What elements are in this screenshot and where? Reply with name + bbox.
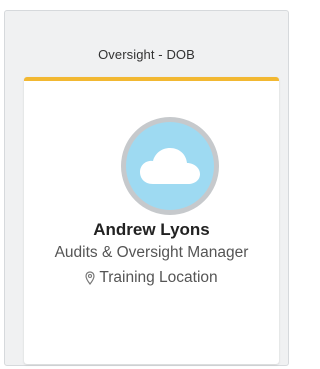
avatar-background [126,122,214,210]
avatar[interactable] [121,117,219,215]
org-panel: Oversight - DOB Andrew Lyons Audits & Ov… [4,10,289,366]
worker-role: Audits & Oversight Manager [54,244,249,261]
location-label: Training Location [99,269,218,286]
cloud-icon [140,148,200,184]
location-pin-icon [85,271,95,285]
panel-title: Oversight - DOB [98,47,195,62]
worker-card[interactable]: Andrew Lyons Audits & Oversight Manager … [24,77,279,364]
worker-location: Training Location [24,269,279,287]
worker-name[interactable]: Andrew Lyons [24,220,279,240]
